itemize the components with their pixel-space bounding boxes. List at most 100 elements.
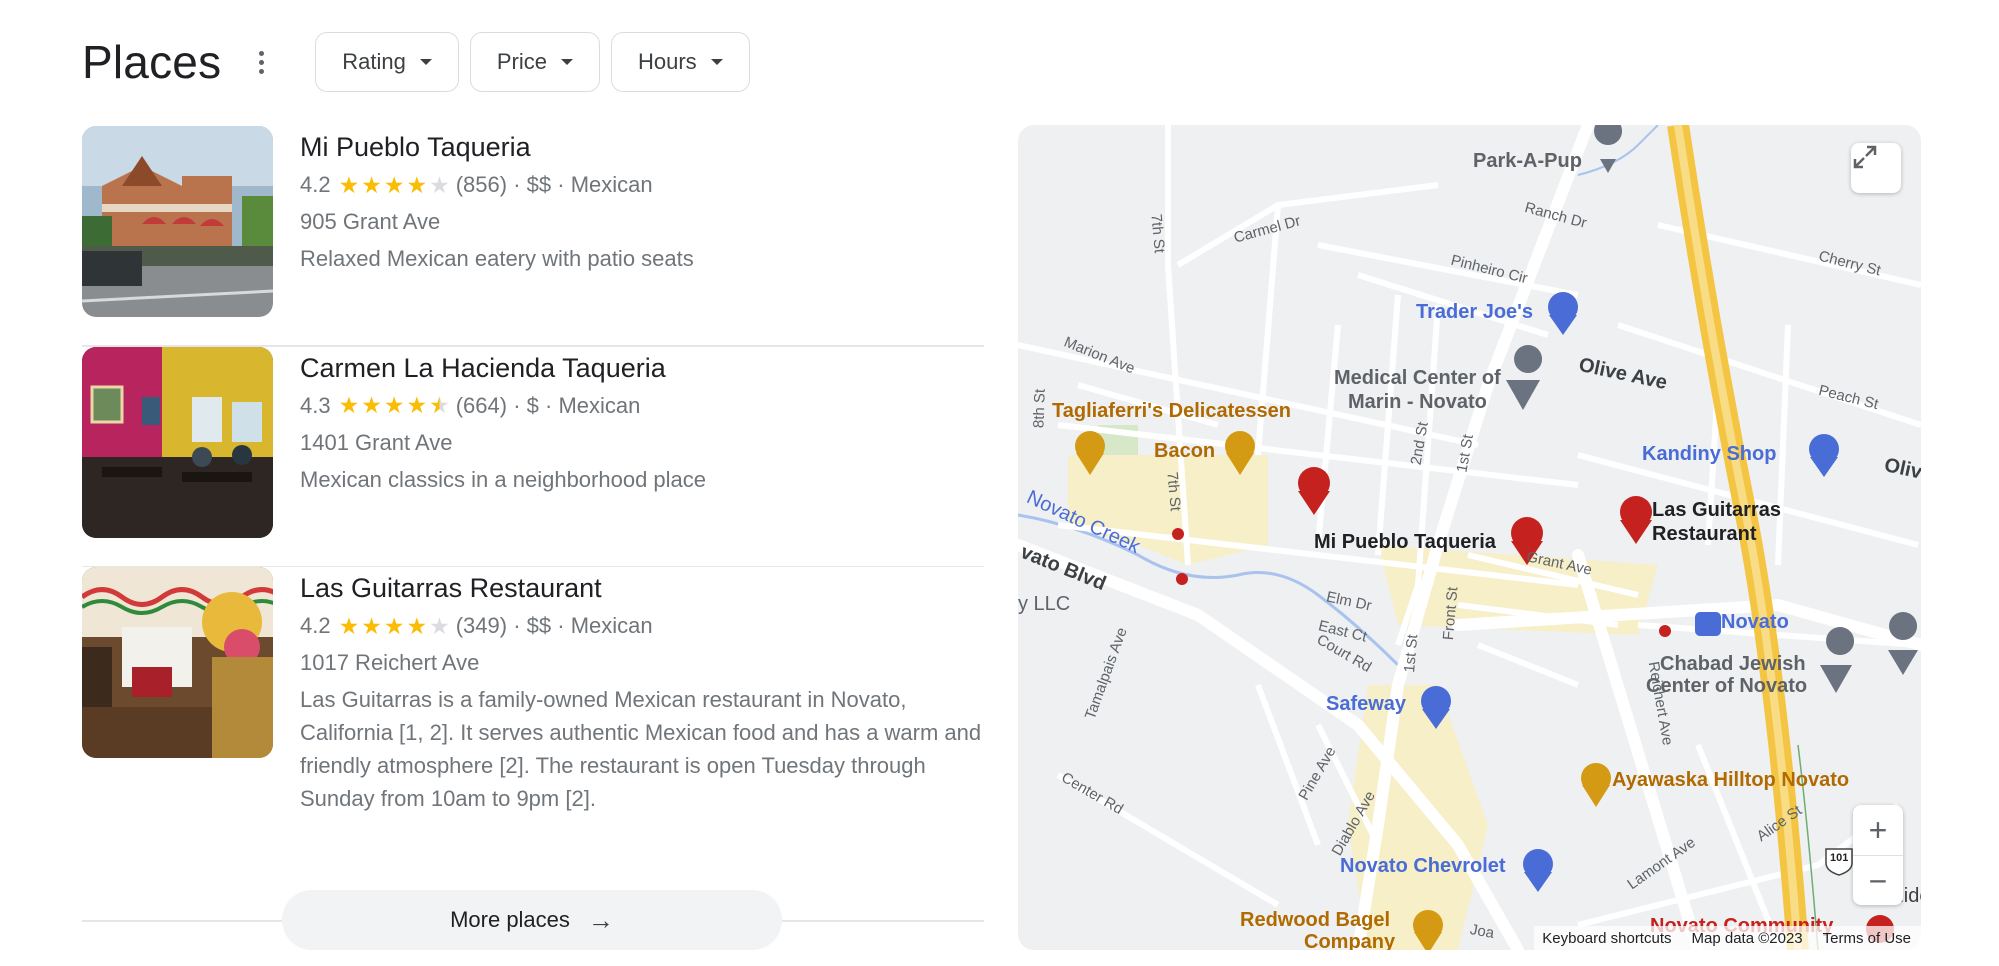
place-name[interactable]: Mi Pueblo Taqueria [300, 130, 694, 164]
rating-value: 4.3 [300, 392, 331, 418]
star-icon: ★ [383, 392, 405, 418]
filter-chips: Rating Price Hours [315, 32, 750, 92]
terms-of-use-link[interactable]: Terms of Use [1823, 930, 1911, 947]
star-icon: ★ [406, 171, 428, 198]
places-header: Places Rating Price Hours [82, 30, 750, 94]
filter-hours-button[interactable]: Hours [611, 32, 750, 92]
star-icon: ★ [429, 171, 450, 198]
place-meta: 4.2 ★ ★ ★ ★ ★ (349) · $$ · Mexican [300, 608, 990, 644]
map[interactable]: Park-A-Pup Trader Joe's Medical Center o… [1018, 125, 1921, 950]
highway-101-shield: 101 [1830, 852, 1849, 864]
place-description: Las Guitarras is a family-owned Mexican … [300, 687, 982, 811]
separator: · [538, 392, 559, 418]
expand-map-button[interactable] [1851, 143, 1901, 193]
map-label-medical-center[interactable]: Medical Center of [1334, 367, 1501, 390]
price-level: $ [526, 392, 539, 418]
place-photo[interactable] [82, 567, 273, 758]
review-count: (349) [455, 613, 508, 638]
price-level: $$ [526, 172, 552, 197]
places-list: Mi Pueblo Taqueria 4.2 ★ ★ ★ ★ ★ (856) ·… [82, 126, 984, 843]
star-icon: ★ [361, 612, 382, 639]
more-places-row: More places → [82, 890, 984, 950]
rating-stars: ★ ★ ★ ★ ★ [338, 171, 450, 198]
map-label-tagliaferris[interactable]: Tagliaferri's Delicatessen [1052, 400, 1291, 423]
place-name[interactable]: Carmen La Hacienda Taqueria [300, 351, 706, 385]
map-label-novato-chevrolet[interactable]: Novato Chevrolet [1340, 855, 1506, 878]
star-icon: ★ [338, 392, 360, 418]
map-label-chabad-2[interactable]: Center of Novato [1646, 675, 1807, 698]
star-icon: ★ [383, 612, 405, 639]
zoom-out-button[interactable]: − [1853, 856, 1903, 906]
more-places-button[interactable]: More places → [282, 890, 782, 950]
filter-price-label: Price [496, 49, 547, 74]
star-icon: ★ [338, 612, 360, 639]
map-label-medical-center-2[interactable]: Marin - Novato [1348, 391, 1487, 414]
place-meta: 4.2 ★ ★ ★ ★ ★ (856) · $$ · Mexican [300, 167, 694, 203]
map-label-trader-joes[interactable]: Trader Joe's [1416, 301, 1533, 324]
place-description: Mexican classics in a neighborhood place [300, 466, 707, 492]
road-label: 7th St [1147, 213, 1168, 254]
place-info: Mi Pueblo Taqueria 4.2 ★ ★ ★ ★ ★ (856) ·… [300, 126, 694, 317]
place-item[interactable]: Las Guitarras Restaurant 4.2 ★ ★ ★ ★ ★ (… [82, 567, 984, 843]
star-icon: ★ [406, 612, 428, 639]
map-label-redwood-bagel[interactable]: Redwood Bagel [1240, 909, 1390, 932]
map-label-novato-station[interactable]: Novato [1721, 611, 1789, 634]
rating-stars: ★ ★ ★ ★ ★ [338, 612, 450, 639]
place-name[interactable]: Las Guitarras Restaurant [300, 571, 990, 605]
filter-price-button[interactable]: Price [469, 32, 600, 92]
place-description: Relaxed Mexican eatery with patio seats [300, 246, 694, 271]
zoom-in-button[interactable]: + [1853, 805, 1903, 855]
map-label-ayawaska[interactable]: Ayawaska Hilltop Novato [1612, 769, 1849, 792]
road-label: 7th St [1163, 471, 1184, 512]
place-address: 1017 Reichert Ave [300, 650, 480, 675]
more-places-label: More places [450, 907, 570, 932]
review-count: (664) [455, 392, 508, 418]
map-label-las-guitarras[interactable]: Las Guitarras [1652, 499, 1781, 522]
filter-hours-label: Hours [638, 49, 697, 74]
rating-value: 4.2 [300, 172, 331, 197]
star-half-icon: ★ [429, 392, 450, 418]
map-attribution: Keyboard shortcuts Map data ©2023 Terms … [1534, 926, 1921, 950]
place-info: Las Guitarras Restaurant 4.2 ★ ★ ★ ★ ★ (… [300, 567, 990, 815]
road-label: 1st St [1401, 633, 1422, 674]
place-meta: 4.3 ★ ★ ★ ★ ★ (664) · $ · Mexican [300, 388, 706, 424]
keyboard-shortcuts-link[interactable]: Keyboard shortcuts [1542, 930, 1671, 947]
star-icon: ★ [383, 171, 405, 198]
road-label: 8th St [1030, 388, 1049, 429]
caret-down-icon [561, 59, 573, 65]
category: Mexican [558, 392, 641, 418]
star-icon: ★ [406, 392, 428, 418]
filter-rating-button[interactable]: Rating [315, 32, 459, 92]
map-label-las-guitarras-2[interactable]: Restaurant [1652, 523, 1756, 546]
category: Mexican [570, 172, 653, 197]
place-photo[interactable] [82, 126, 273, 317]
place-item[interactable]: Mi Pueblo Taqueria 4.2 ★ ★ ★ ★ ★ (856) ·… [82, 126, 984, 345]
map-label-park-a-pup[interactable]: Park-A-Pup [1473, 150, 1582, 173]
separator: · [551, 172, 571, 197]
price-level: $$ [526, 613, 552, 638]
caret-down-icon [419, 59, 432, 65]
map-label-redwood-bagel-2[interactable]: Company [1304, 931, 1395, 950]
more-options-icon[interactable] [241, 42, 281, 82]
category: Mexican [570, 613, 653, 638]
page-title: Places [82, 36, 222, 88]
star-icon: ★ [338, 171, 360, 198]
map-label-llc: y LLC [1018, 593, 1071, 615]
zoom-controls: + − [1853, 805, 1903, 905]
map-label-bacon[interactable]: Bacon [1154, 440, 1215, 463]
map-label-chabad[interactable]: Chabad Jewish [1660, 653, 1806, 676]
caret-down-icon [710, 59, 723, 65]
place-item[interactable]: Carmen La Hacienda Taqueria 4.3 ★ ★ ★ ★ … [82, 346, 984, 566]
place-address: 905 Grant Ave [300, 209, 441, 234]
filter-rating-label: Rating [342, 49, 406, 74]
map-data-text: Map data ©2023 [1691, 929, 1803, 947]
place-address: 1401 Grant Ave [300, 429, 453, 455]
review-count: (856) [455, 172, 508, 197]
expand-icon [1853, 145, 1877, 169]
map-label-kandiny-shop[interactable]: Kandiny Shop [1642, 443, 1776, 466]
rating-value: 4.2 [300, 613, 331, 638]
place-photo[interactable] [82, 346, 273, 538]
rating-stars: ★ ★ ★ ★ ★ [339, 394, 450, 417]
map-label-safeway[interactable]: Safeway [1326, 693, 1406, 716]
map-label-mi-pueblo[interactable]: Mi Pueblo Taqueria [1314, 531, 1496, 554]
